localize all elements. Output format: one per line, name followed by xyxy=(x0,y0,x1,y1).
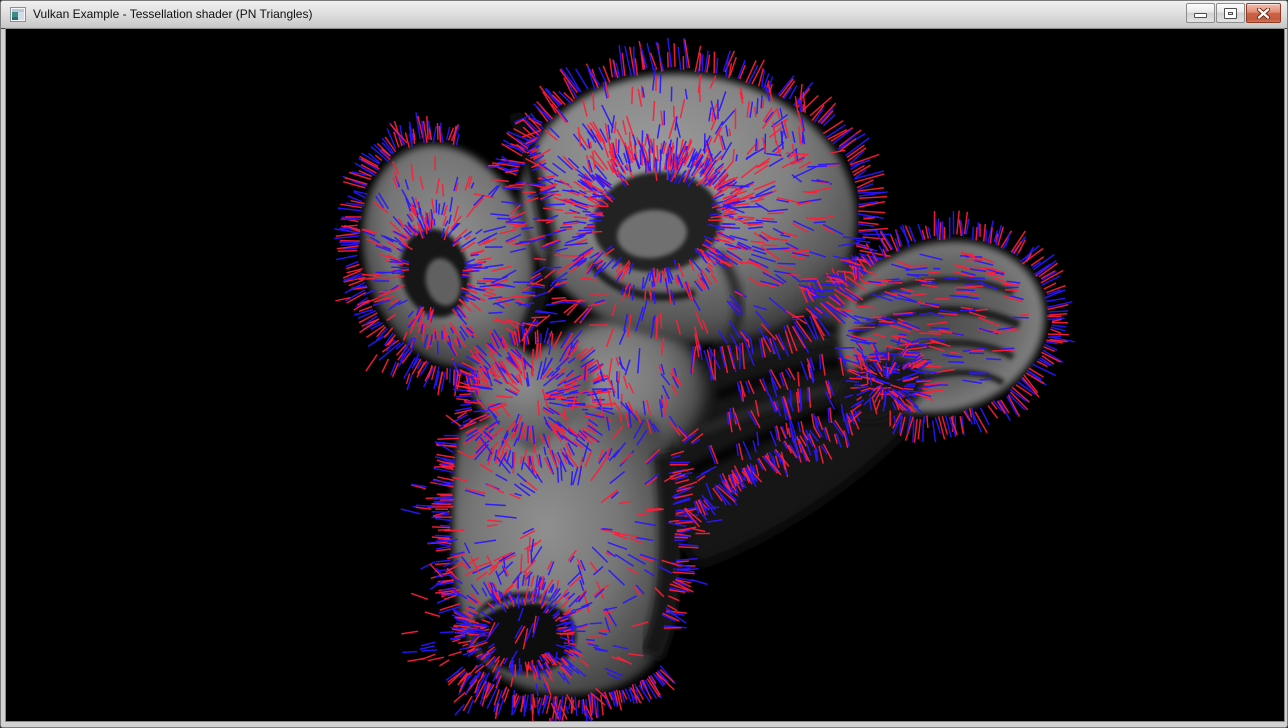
maximize-button[interactable] xyxy=(1216,3,1245,23)
close-button[interactable] xyxy=(1246,3,1281,23)
window-controls xyxy=(1186,3,1281,23)
window-title: Vulkan Example - Tessellation shader (PN… xyxy=(33,1,312,28)
render-viewport[interactable] xyxy=(6,29,1284,721)
close-icon xyxy=(1257,8,1270,19)
app-icon xyxy=(10,7,26,23)
model-surface xyxy=(337,48,1065,694)
model-render xyxy=(6,29,1284,721)
app-window: Vulkan Example - Tessellation shader (PN… xyxy=(0,0,1288,728)
minimize-button[interactable] xyxy=(1186,3,1215,23)
title-bar[interactable]: Vulkan Example - Tessellation shader (PN… xyxy=(1,1,1287,29)
maximize-icon xyxy=(1224,8,1237,19)
minimize-icon xyxy=(1194,13,1207,18)
